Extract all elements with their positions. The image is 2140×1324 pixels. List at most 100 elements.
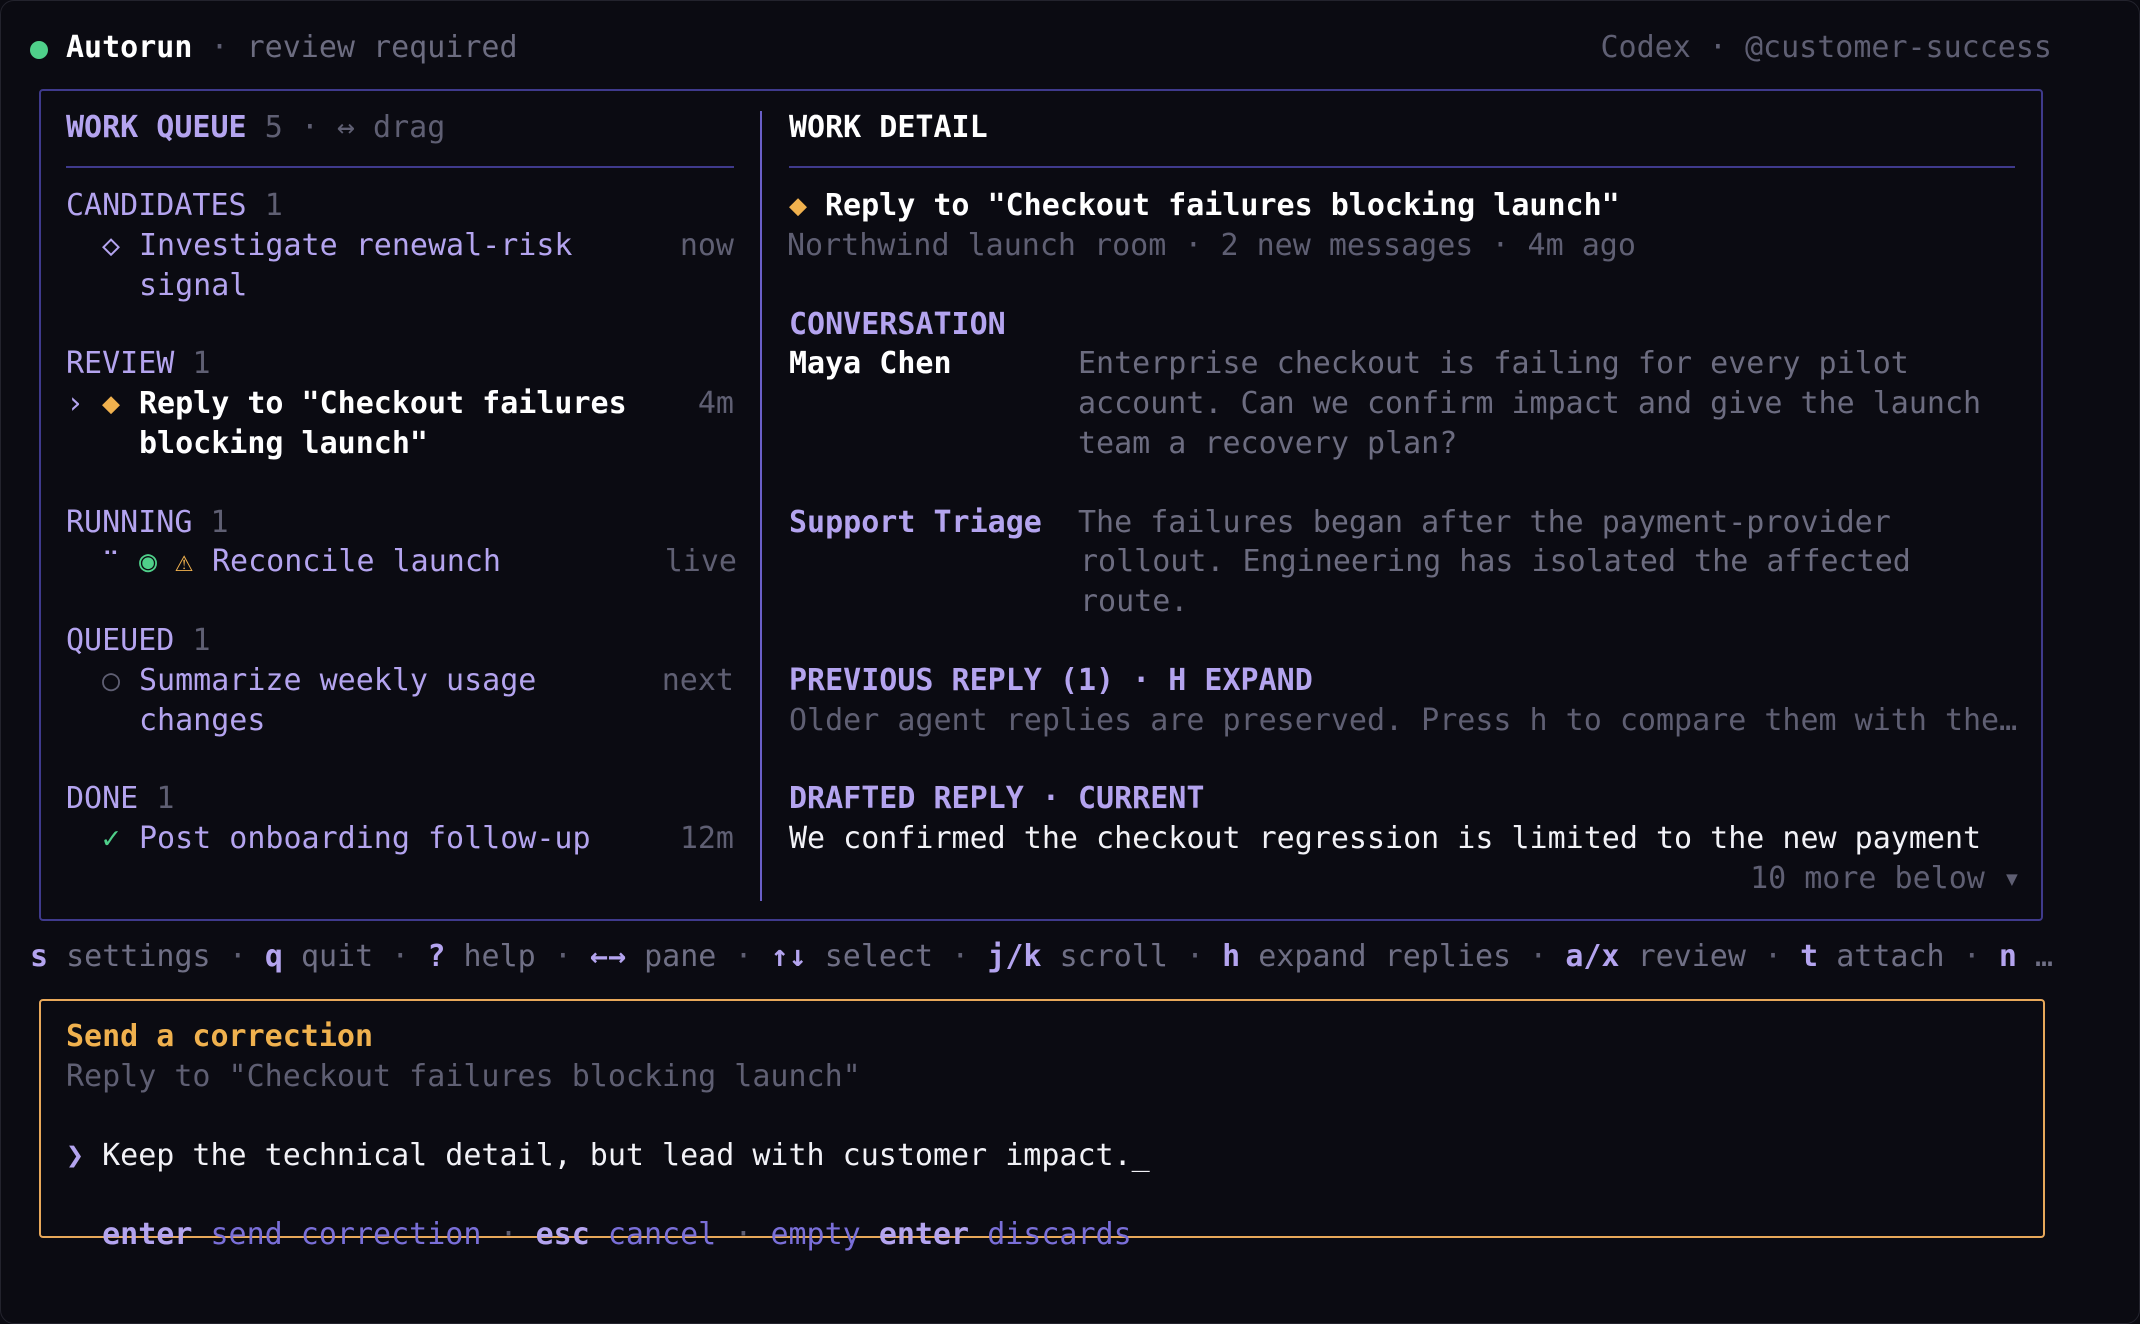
detail-item-title: Reply to "Checkout failures blocking lau… <box>825 188 1620 223</box>
circle-outline-icon: ○ <box>102 663 121 698</box>
group-label: RUNNING <box>66 505 193 540</box>
detail-title: WORK DETAIL <box>789 110 988 145</box>
correction-title: Send a correction <box>66 1019 374 1054</box>
hint-key: esc <box>535 1217 590 1252</box>
checkmark-icon: ✓ <box>102 821 121 856</box>
shortcut-item[interactable]: s settings <box>30 939 211 974</box>
shortcut-item[interactable]: ? help <box>427 939 535 974</box>
message-line: account. Can we confirm impact and give … <box>1078 386 1982 421</box>
shortcut-item[interactable]: n … <box>1999 939 2053 974</box>
item-title-cont: blocking launch" <box>139 426 428 461</box>
group-count: 1 <box>264 188 283 223</box>
shortcut-bar: s settings · q quit · ? help · ←→ pane ·… <box>30 937 2053 977</box>
hint-key: enter <box>878 1217 970 1252</box>
shortcut-key: q <box>264 939 283 974</box>
text-cursor: _ <box>1131 1138 1150 1173</box>
shortcut-key: j/k <box>987 939 1042 974</box>
shortcut-key: n <box>1998 939 2017 974</box>
group-count: 1 <box>192 346 211 381</box>
message-line: Enterprise checkout is failing for every… <box>1078 346 1909 381</box>
shortcut-key: a/x <box>1565 939 1620 974</box>
shortcut-label: attach <box>1836 939 1945 974</box>
group-review: REVIEW 1 <box>66 344 211 384</box>
previous-reply-text: Older agent replies are preserved. Press… <box>789 703 2018 738</box>
group-count: 1 <box>210 505 229 540</box>
header-separator: · <box>192 30 247 65</box>
item-time: next <box>661 663 734 698</box>
shortcut-label: expand replies <box>1258 939 1512 974</box>
item-title-cont: signal <box>139 268 248 303</box>
running-dot-icon: ◉ <box>139 544 158 579</box>
shortcut-label: … <box>2034 939 2053 974</box>
shortcut-label: select <box>824 939 934 974</box>
shortcut-label: quit <box>300 939 374 974</box>
group-label: CANDIDATES <box>66 188 247 223</box>
message-line: rollout. Engineering has isolated the af… <box>1080 544 1911 579</box>
hint-prefix: empty <box>770 1217 861 1252</box>
more-below-indicator[interactable]: 10 more below ▾ <box>1750 859 2021 899</box>
warning-icon: ⚠ <box>175 544 194 579</box>
correction-input[interactable]: ❯ Keep the technical detail, but lead wi… <box>66 1136 1150 1176</box>
drafted-reply-text: We confirmed the checkout regression is … <box>789 821 1982 856</box>
chevron-right-icon: › <box>66 386 85 421</box>
item-time: 4m <box>697 386 734 421</box>
queue-title: WORK QUEUE <box>66 110 247 145</box>
message-author: Maya Chen <box>789 346 952 381</box>
hint-label: cancel <box>607 1217 717 1252</box>
group-label: DONE <box>66 781 139 816</box>
shortcut-sep: · <box>553 939 572 974</box>
status-dot-icon <box>30 41 48 59</box>
shortcut-item[interactable]: t attach <box>1800 939 1945 974</box>
correction-subtitle: Reply to "Checkout failures blocking lau… <box>66 1059 861 1094</box>
message-line: The failures began after the payment-pro… <box>1078 505 1891 540</box>
shortcut-label: help <box>463 939 536 974</box>
group-done: DONE 1 <box>66 779 174 819</box>
group-label: REVIEW <box>66 346 175 381</box>
drafted-reply-label: DRAFTED REPLY · CURRENT <box>789 781 1205 816</box>
correction-hints: enter send correction · esc cancel · emp… <box>66 1175 1132 1255</box>
app-name: Autorun <box>66 30 193 65</box>
shortcut-sep: · <box>734 939 753 974</box>
hint-key: enter <box>102 1217 193 1252</box>
group-count: 1 <box>156 781 175 816</box>
shortcut-key: ←→ <box>589 939 627 974</box>
item-title: Post onboarding follow-up <box>139 821 591 856</box>
group-label: QUEUED <box>66 623 175 658</box>
shortcut-sep: · <box>951 939 970 974</box>
prompt-chevron-icon: ❯ <box>66 1138 85 1173</box>
hint-label: send correction <box>210 1217 482 1252</box>
shortcut-sep: · <box>1962 939 1981 974</box>
shortcut-label: pane <box>644 939 717 974</box>
shortcut-key: h <box>1222 939 1241 974</box>
shortcut-item[interactable]: j/k scroll <box>987 939 1168 974</box>
shortcut-item[interactable]: ↑↓ select <box>771 939 934 974</box>
item-title: Reconcile launch <box>212 544 501 579</box>
queue-header: WORK QUEUE 5 · ↔ drag <box>66 108 445 148</box>
item-time: now <box>679 228 734 263</box>
item-title: Reply to "Checkout failures <box>139 386 627 421</box>
hint-sep: · <box>499 1217 518 1252</box>
item-title: Investigate renewal-risk <box>139 228 573 263</box>
shortcut-key: ? <box>427 939 446 974</box>
previous-reply-label[interactable]: PREVIOUS REPLY (1) · H EXPAND <box>789 661 1313 701</box>
correction-input-value[interactable]: Keep the technical detail, but lead with… <box>102 1138 1132 1173</box>
shortcut-item[interactable]: h expand replies <box>1222 939 1511 974</box>
diamond-filled-icon: ◆ <box>102 386 121 421</box>
hint-sep: · <box>734 1217 753 1252</box>
shortcut-sep: · <box>1764 939 1783 974</box>
detail-header-rule <box>789 166 2015 168</box>
group-queued: QUEUED 1 <box>66 621 211 661</box>
shortcut-item[interactable]: ←→ pane <box>590 939 716 974</box>
shortcut-item[interactable]: q quit <box>265 939 373 974</box>
header-status: review required <box>246 30 518 65</box>
shortcut-item[interactable]: a/x review <box>1565 939 1746 974</box>
pane-divider[interactable] <box>760 111 762 901</box>
shortcut-key: t <box>1800 939 1819 974</box>
spinner-icon: ⠉ <box>102 547 120 575</box>
shortcut-sep: · <box>228 939 247 974</box>
header-account: Codex · @customer-success <box>1600 30 2052 65</box>
group-count: 1 <box>192 623 211 658</box>
group-running: RUNNING 1 <box>66 503 229 543</box>
diamond-filled-icon: ◆ <box>789 188 808 223</box>
shortcut-label: scroll <box>1059 939 1168 974</box>
